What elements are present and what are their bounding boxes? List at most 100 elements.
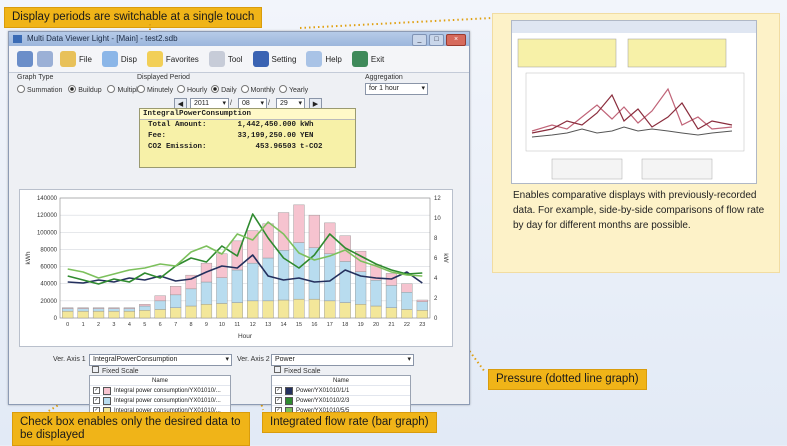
disp-button[interactable]: Disp xyxy=(99,51,140,67)
x-tick-label: 4 xyxy=(128,322,131,328)
legend-row[interactable]: ✓ Power/YX01010/1/1 xyxy=(272,386,410,396)
legend-header: Name xyxy=(272,376,410,386)
bar-segment xyxy=(247,262,259,302)
date-separator: / xyxy=(230,100,232,107)
bar-segment xyxy=(216,277,228,304)
bar-segment xyxy=(170,294,182,308)
folder-icon xyxy=(60,51,76,67)
bar-segment xyxy=(123,307,135,309)
bar-segment xyxy=(92,307,105,309)
bar-segment xyxy=(401,309,413,319)
series-line xyxy=(67,221,423,279)
series-line xyxy=(67,213,423,285)
exit-icon xyxy=(351,51,368,67)
bar-segment xyxy=(154,309,166,319)
fixed-scale-2[interactable]: Fixed Scale xyxy=(271,366,321,375)
period-label: Displayed Period xyxy=(137,74,190,81)
bar-segment xyxy=(370,305,382,319)
radio-buildup[interactable]: Buildup xyxy=(68,85,102,94)
green-swatch xyxy=(285,396,293,405)
aggregation-select[interactable]: for 1 hour xyxy=(365,83,428,95)
series-line xyxy=(67,254,423,284)
bar-segment xyxy=(139,310,151,319)
bar-segment xyxy=(77,307,89,309)
bar-segment xyxy=(401,283,413,293)
x-tick-label: 8 xyxy=(190,322,193,328)
blue-swatch xyxy=(103,396,111,405)
callout-flow: Integrated flow rate (bar graph) xyxy=(262,412,437,433)
maximize-button[interactable]: □ xyxy=(429,34,444,46)
bar-segment xyxy=(370,280,382,307)
x-tick-label: 13 xyxy=(265,322,271,328)
app-icon xyxy=(13,35,22,43)
bar-segment xyxy=(324,300,336,319)
favorites-button[interactable]: Favorites xyxy=(144,51,202,67)
title-bar: Multi Data Viewer Light - [Main] - test2… xyxy=(9,32,469,46)
bar-segment xyxy=(170,286,182,296)
legend-table-2: Name ✓ Power/YX01010/1/1 ✓ Power/YX01010/2… xyxy=(271,375,411,416)
bar-segment xyxy=(385,285,398,308)
x-tick-label: 6 xyxy=(159,322,162,328)
radio-minutely[interactable]: Minutely xyxy=(137,85,173,94)
tool-button[interactable]: Tool xyxy=(206,51,246,67)
chart-area: 0 20000 40000 60000 80000 100000 120000 140000 0… xyxy=(19,189,453,347)
y-tick-label: 80000 xyxy=(40,247,57,253)
app-window: Multi Data Viewer Light - [Main] - test2… xyxy=(8,31,470,416)
setting-button[interactable]: Setting xyxy=(250,51,300,67)
y-tick-label: 100000 xyxy=(37,230,58,236)
forward-icon[interactable] xyxy=(37,51,53,67)
y2-tick-label: 4 xyxy=(434,276,438,282)
bar-segment xyxy=(139,304,151,307)
bar-segment xyxy=(123,308,135,312)
y2-tick-label: 12 xyxy=(434,196,441,202)
radio-hourly[interactable]: Hourly xyxy=(176,85,207,94)
radio-monthly[interactable]: Monthly xyxy=(240,85,275,94)
callout-checkbox: Check box enables only the desired data … xyxy=(12,412,250,446)
bar-segment xyxy=(108,310,120,319)
x-axis-label: Hour xyxy=(238,333,253,340)
bar-segment xyxy=(185,305,197,319)
radio-daily[interactable]: Daily xyxy=(211,85,237,94)
legend-row[interactable]: ✓ Power/YX01010/2/3 xyxy=(272,396,410,406)
bar-segment xyxy=(231,269,243,303)
x-tick-label: 21 xyxy=(388,322,394,328)
bar-segment xyxy=(92,310,105,319)
help-button[interactable]: Help xyxy=(303,51,344,67)
summary-row: CO2 Emission: 453.96503 t-CO2 xyxy=(148,143,323,151)
exit-button[interactable]: Exit xyxy=(349,51,387,67)
bar-segment xyxy=(293,242,305,300)
y2-axis-label: kW xyxy=(442,253,449,263)
bar-segment xyxy=(200,304,213,319)
legend-table-1: Name ✓ Integral power consumption/YX01010… xyxy=(89,375,231,416)
minimize-button[interactable]: _ xyxy=(412,34,427,46)
file-button[interactable]: File xyxy=(57,51,95,67)
x-tick-label: 10 xyxy=(219,322,225,328)
legend-row[interactable]: ✓ Integral power consumption/YX01010/... xyxy=(90,396,230,406)
ver-axis1-label: Ver. Axis 1 xyxy=(53,356,86,363)
bar-segment xyxy=(401,292,413,310)
x-tick-label: 0 xyxy=(66,322,69,328)
bar-segment xyxy=(77,310,89,319)
radio-summation[interactable]: Summation xyxy=(17,85,62,94)
radio-yearly[interactable]: Yearly xyxy=(278,85,308,94)
bar-segment xyxy=(108,307,120,309)
y2-tick-label: 6 xyxy=(434,256,438,262)
star-icon xyxy=(146,51,163,67)
bar-segment xyxy=(262,223,274,259)
window-title: Multi Data Viewer Light - [Main] - test2… xyxy=(27,34,178,43)
legend-row[interactable]: ✓ Integral power consumption/YX01010/... xyxy=(90,386,230,396)
bar-segment xyxy=(262,300,274,319)
x-tick-label: 14 xyxy=(280,322,286,328)
fixed-scale-1[interactable]: Fixed Scale xyxy=(89,366,139,375)
bar-segment xyxy=(62,307,74,309)
navy-swatch xyxy=(285,386,293,395)
comparison-screenshot xyxy=(511,20,757,184)
bar-segment xyxy=(416,301,428,311)
close-button[interactable]: × xyxy=(446,34,466,46)
graph-type-label: Graph Type xyxy=(17,74,54,81)
ver-axis2-select[interactable]: Power xyxy=(271,354,414,366)
ver-axis1-select[interactable]: IntegralPowerConsumption xyxy=(89,354,232,366)
y-tick-label: 20000 xyxy=(40,299,57,305)
y-axis-label: kWh xyxy=(25,251,32,264)
back-icon[interactable] xyxy=(17,51,33,67)
